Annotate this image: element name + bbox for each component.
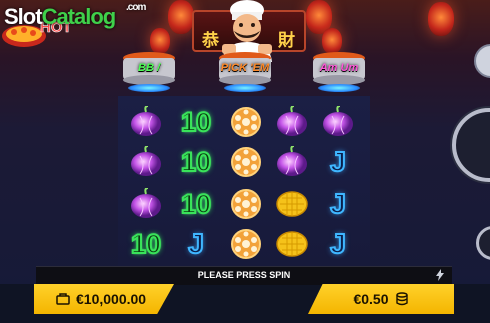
autoplay-button[interactable] — [476, 226, 490, 260]
symbol-ten-text: 10 — [180, 188, 212, 220]
symbol-j-text: J — [329, 227, 347, 260]
symbol-onion-icon — [126, 186, 166, 222]
symbol-onion-icon — [272, 104, 312, 140]
pot-label: PICK 'EM — [220, 62, 270, 74]
symbol-ten: 10 — [176, 104, 216, 140]
symbol-ten-text: 10 — [180, 106, 212, 138]
balance-panel: €10,000.00 — [34, 284, 174, 314]
symbol-j: J — [318, 226, 358, 262]
game-scene: 恭 財 HOT SlotCatalog .com BB / PICK 'EM A… — [0, 0, 490, 323]
message-bar: PLEASE PRESS SPIN — [36, 266, 452, 285]
bet-value: €0.50 — [353, 291, 389, 307]
pot-left: BB / — [114, 48, 184, 92]
pot-center: PICK 'EM — [210, 48, 280, 92]
symbol-lotus-icon — [226, 104, 266, 140]
symbol-lotus-icon — [226, 226, 266, 262]
watermark-brand: Catalog — [41, 4, 117, 29]
symbol-ten-text: 10 — [130, 228, 162, 260]
symbol-onion-icon — [272, 144, 312, 180]
symbol-j: J — [176, 226, 216, 262]
coin-stack-icon — [395, 292, 408, 306]
symbol-ten: 10 — [126, 226, 166, 262]
symbol-onion-icon — [126, 144, 166, 180]
symbol-lotus-icon — [226, 186, 266, 222]
lantern-decoration — [428, 2, 454, 36]
symbol-ten-text: 10 — [180, 146, 212, 178]
symbol-corn-icon — [272, 186, 312, 222]
watermark: SlotCatalog .com — [4, 2, 146, 30]
pot-right: Am Um — [304, 48, 374, 92]
spin-button[interactable] — [452, 108, 490, 182]
menu-button[interactable] — [474, 44, 490, 78]
symbol-j-text: J — [187, 227, 205, 260]
symbol-ten: 10 — [176, 144, 216, 180]
wallet-icon — [56, 293, 70, 305]
burner-flame — [318, 84, 360, 92]
symbol-j-text: J — [329, 145, 347, 178]
lantern-decoration — [168, 0, 194, 34]
watermark-suffix: .com — [126, 2, 146, 13]
symbol-ten: 10 — [176, 186, 216, 222]
symbol-lotus-icon — [226, 144, 266, 180]
symbol-j-text: J — [329, 187, 347, 220]
status-message: PLEASE PRESS SPIN — [197, 270, 291, 280]
symbol-j: J — [318, 186, 358, 222]
bet-panel[interactable]: €0.50 — [308, 284, 454, 314]
pot-label: Am Um — [319, 62, 359, 74]
symbol-onion-icon — [318, 104, 358, 140]
balance-value: €10,000.00 — [76, 291, 147, 307]
pot-label: BB / — [138, 62, 160, 74]
burner-flame — [128, 84, 170, 92]
watermark-prefix: Slot — [4, 4, 43, 29]
symbol-j: J — [318, 144, 358, 180]
burner-flame — [224, 84, 266, 92]
symbol-onion-icon — [126, 104, 166, 140]
reel-grid: 10 10 J 10 J 10 J J — [118, 96, 370, 266]
turbo-icon[interactable] — [436, 269, 444, 281]
symbol-corn-icon — [272, 226, 312, 262]
